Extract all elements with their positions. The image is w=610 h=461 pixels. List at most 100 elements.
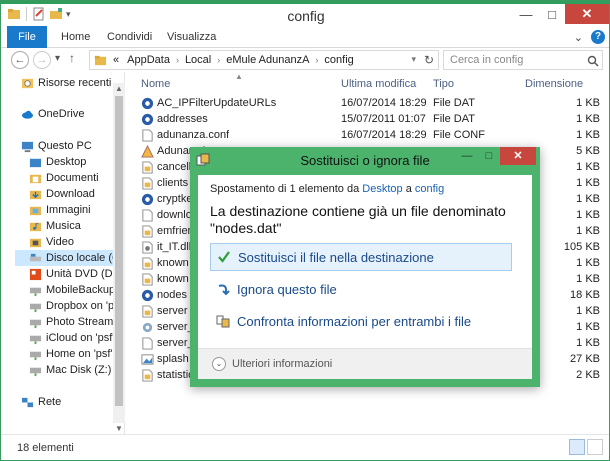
file-name: cancell: [157, 161, 192, 173]
more-details-link[interactable]: Ulteriori informazioni: [232, 358, 332, 370]
nav-item-home-psf[interactable]: Home on 'psf' (Y: [29, 346, 124, 362]
folder-icon: [29, 190, 42, 199]
tab-home[interactable]: Home: [53, 26, 98, 48]
nav-item-network[interactable]: Rete: [21, 394, 61, 410]
nav-item-photo-stream[interactable]: Photo Stream on: [29, 314, 124, 330]
file-type: File DAT: [433, 113, 475, 125]
scroll-up-icon[interactable]: ▲: [115, 84, 123, 93]
table-row[interactable]: AC_IPFilterUpdateURLs 16/07/2014 18:29 Fil…: [141, 96, 606, 112]
close-button[interactable]: ✕: [565, 4, 609, 24]
config-file-icon: [142, 225, 153, 238]
item-count: 18 elementi: [17, 442, 74, 454]
column-header-type[interactable]: Tipo: [433, 78, 454, 90]
column-header-size[interactable]: Dimensione: [525, 78, 583, 90]
source-link[interactable]: Desktop: [362, 183, 402, 195]
nav-item-downloads[interactable]: Download: [29, 186, 95, 202]
table-row[interactable]: adunanza.conf 16/07/2014 18:29 File CONF 1 …: [141, 128, 606, 144]
config-file-icon: [142, 305, 153, 318]
dialog-maximize-button[interactable]: □: [478, 147, 500, 165]
file-size: 1 KB: [576, 161, 600, 173]
address-dropdown-icon[interactable]: ▾: [411, 54, 416, 65]
nav-item-dropbox[interactable]: Dropbox on 'psf': [29, 298, 124, 314]
file-modified: 16/07/2014 18:29: [341, 97, 427, 109]
file-size: 1 KB: [576, 337, 600, 349]
skip-file-option[interactable]: Ignora questo file: [210, 275, 512, 303]
dialog-minimize-button[interactable]: —: [456, 147, 478, 165]
dialog-close-button[interactable]: ✕: [500, 147, 536, 165]
folder-icon: [29, 206, 42, 215]
file-size: 1 KB: [576, 257, 600, 269]
dll-icon: [142, 241, 153, 254]
file-name: cryptke: [157, 193, 193, 205]
nav-item-mac-disk[interactable]: Mac Disk (Z:): [29, 362, 111, 378]
nav-item-local-disk[interactable]: Disco locale (C:): [15, 250, 124, 266]
nav-item-label: Documenti: [46, 172, 99, 184]
recent-locations-icon[interactable]: ▾: [55, 53, 60, 64]
nav-item-desktop[interactable]: Desktop: [29, 154, 86, 170]
help-icon[interactable]: ?: [591, 30, 605, 44]
column-header-name[interactable]: Nome: [141, 78, 170, 90]
breadcrumb-overflow[interactable]: «: [111, 54, 121, 66]
window-controls: — □ ✕: [513, 4, 609, 24]
breadcrumb-chevron-icon[interactable]: ›: [176, 55, 179, 65]
refresh-icon[interactable]: ↻: [424, 53, 434, 67]
breadcrumb-appdata[interactable]: AppData: [125, 54, 172, 66]
minimize-button[interactable]: —: [513, 4, 539, 24]
file-name: downlo: [157, 209, 192, 221]
file-name: known: [157, 273, 189, 285]
check-icon: [218, 251, 230, 263]
search-icon[interactable]: [587, 55, 599, 67]
breadcrumb-chevron-icon[interactable]: ›: [217, 55, 220, 65]
tab-view[interactable]: Visualizza: [159, 26, 224, 48]
breadcrumb-local[interactable]: Local: [183, 54, 213, 66]
nav-item-this-pc[interactable]: Questo PC: [21, 138, 92, 154]
nav-item-videos[interactable]: Video: [29, 234, 74, 250]
file-name: adunanza.conf: [157, 129, 230, 141]
nav-item-music[interactable]: Musica: [29, 218, 81, 234]
forward-button[interactable]: →: [33, 51, 51, 69]
nav-item-mobilebackups[interactable]: MobileBackups c: [29, 282, 124, 298]
breadcrumb-emule-adunanza[interactable]: eMule AdunanzA: [224, 54, 311, 66]
large-icons-view-button[interactable]: [587, 439, 603, 455]
breadcrumb-chevron-icon[interactable]: ›: [315, 55, 318, 65]
status-bar: 18 elementi: [1, 434, 609, 460]
replace-file-option[interactable]: Sostituisci il file nella destinazione: [210, 243, 512, 271]
nav-item-recent[interactable]: Risorse recenti: [21, 75, 111, 91]
up-button[interactable]: ↑: [69, 51, 75, 65]
network-drive-icon: [29, 287, 42, 296]
file-modified: 15/07/2011 01:07: [341, 113, 426, 125]
details-view-button[interactable]: [569, 439, 585, 455]
column-header-modified[interactable]: Ultima modifica: [341, 78, 416, 90]
folder-icon: [29, 174, 42, 183]
address-bar[interactable]: « AppData › Local › eMule AdunanzA › con…: [89, 50, 439, 70]
emule-icon: [141, 193, 154, 206]
expand-ribbon-icon[interactable]: ⌄: [574, 31, 583, 44]
address-row: ← → ▾ ↑ « AppData › Local › eMule Adunan…: [1, 48, 609, 72]
file-size: 1 KB: [576, 321, 600, 333]
breadcrumb-config[interactable]: config: [322, 54, 355, 66]
nav-scrollbar-thumb[interactable]: [115, 96, 123, 406]
table-row[interactable]: addresses 15/07/2011 01:07 File DAT 1 KB: [141, 112, 606, 128]
scroll-down-icon[interactable]: ▼: [115, 424, 123, 433]
maximize-button[interactable]: □: [539, 4, 565, 24]
destination-link[interactable]: config: [415, 183, 444, 195]
tab-file[interactable]: File: [7, 26, 47, 48]
nav-item-pictures[interactable]: Immagini: [29, 202, 91, 218]
back-button[interactable]: ←: [11, 51, 29, 69]
file-name: it_IT.dll: [157, 241, 192, 253]
file-size: 1 KB: [576, 177, 600, 189]
expand-details-icon[interactable]: ⌄: [212, 357, 226, 371]
dialog-body: Spostamento di 1 elemento da Desktop a c…: [198, 175, 532, 348]
tab-share[interactable]: Condividi: [99, 26, 160, 48]
folder-icon: [94, 55, 107, 65]
nav-item-documents[interactable]: Documenti: [29, 170, 99, 186]
compare-files-option[interactable]: Confronta informazioni per entrambi i fi…: [210, 307, 512, 335]
search-input[interactable]: Cerca in config: [443, 50, 603, 70]
compare-icon: [216, 315, 230, 328]
nav-item-label: Mac Disk (Z:): [46, 364, 112, 376]
nav-item-label: Desktop: [46, 156, 87, 168]
nav-item-onedrive[interactable]: OneDrive: [21, 106, 84, 122]
nav-item-dvd-drive[interactable]: Unità DVD (D:) 15: [29, 266, 124, 282]
sort-ascending-icon: ▲: [235, 72, 243, 81]
nav-item-icloud[interactable]: iCloud on 'psf' (X: [29, 330, 124, 346]
